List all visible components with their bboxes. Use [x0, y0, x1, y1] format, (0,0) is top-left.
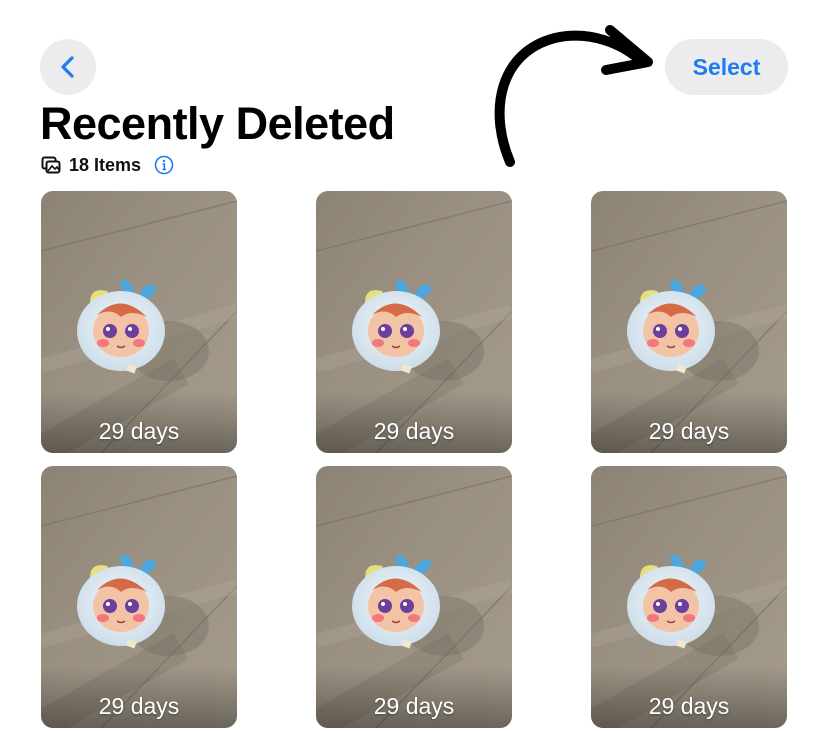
- deleted-photo-tile[interactable]: 29 days: [41, 191, 237, 453]
- photo-grid: 29 days 29 days 29 days 29 days 29 days …: [41, 191, 787, 728]
- days-remaining-label: 29 days: [648, 693, 730, 719]
- select-button[interactable]: Select: [665, 39, 788, 95]
- photo-stack-icon: [41, 156, 61, 174]
- page-title: Recently Deleted: [40, 98, 395, 149]
- photo-thumbnail: [591, 191, 787, 453]
- deleted-photo-tile[interactable]: 29 days: [316, 191, 512, 453]
- days-remaining-label: 29 days: [373, 693, 455, 719]
- days-remaining-label: 29 days: [373, 418, 455, 444]
- deleted-photo-tile[interactable]: 29 days: [591, 191, 787, 453]
- item-count-label: 18 Items: [69, 154, 142, 175]
- days-remaining-label: 29 days: [648, 418, 730, 444]
- photo-thumbnail: [316, 466, 512, 728]
- item-count-row: 18 Items: [41, 153, 174, 177]
- deleted-photo-tile[interactable]: 29 days: [316, 466, 512, 728]
- recently-deleted-screen: Select Recently Deleted 18 Items 29 days: [0, 0, 828, 731]
- info-circle-icon[interactable]: [154, 155, 174, 175]
- days-remaining-label: 29 days: [98, 418, 180, 444]
- photo-thumbnail: [41, 466, 237, 728]
- chevron-left-icon: [61, 56, 74, 78]
- deleted-photo-tile[interactable]: 29 days: [41, 466, 237, 728]
- deleted-photo-tile[interactable]: 29 days: [591, 466, 787, 728]
- photo-thumbnail: [591, 466, 787, 728]
- photo-thumbnail: [41, 191, 237, 453]
- days-remaining-label: 29 days: [98, 693, 180, 719]
- back-button[interactable]: [40, 39, 96, 95]
- photo-thumbnail: [316, 191, 512, 453]
